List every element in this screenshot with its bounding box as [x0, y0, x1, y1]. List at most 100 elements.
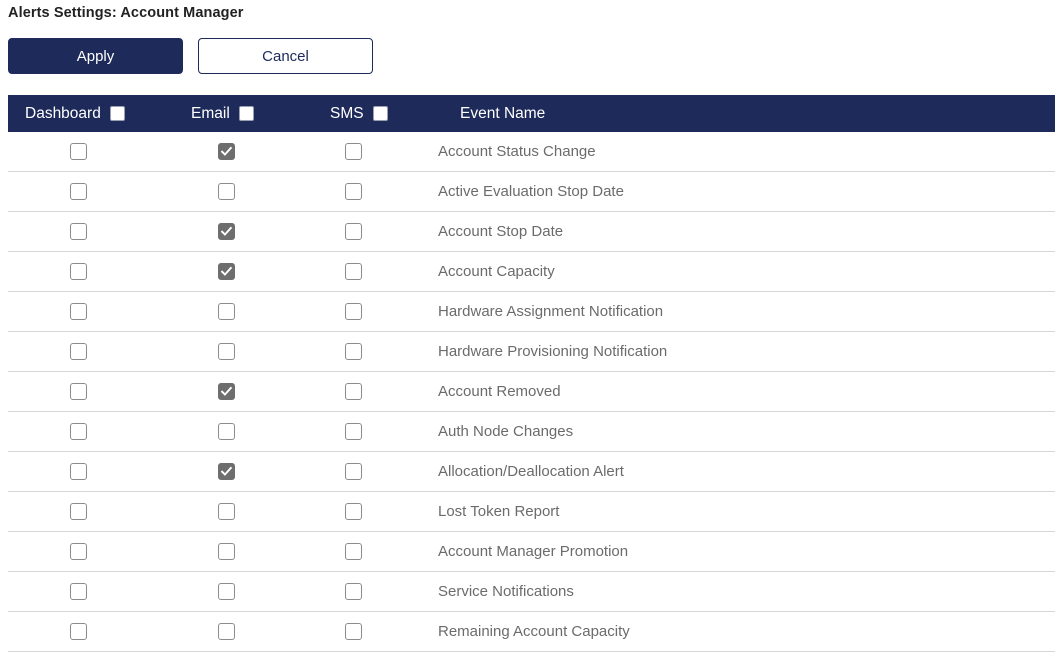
column-header-event-name-label: Event Name [460, 105, 545, 123]
email-checkbox[interactable] [218, 423, 235, 440]
email-checkbox[interactable] [218, 583, 235, 600]
cell-sms [318, 452, 438, 492]
sms-checkbox[interactable] [345, 543, 362, 560]
email-checkbox[interactable] [218, 183, 235, 200]
cell-email [183, 612, 318, 652]
cell-email [183, 212, 318, 252]
cell-dashboard [8, 172, 183, 212]
alerts-settings-table: Dashboard Email SMS Event Name [8, 95, 1055, 652]
column-header-sms-label: SMS [330, 105, 364, 123]
page-title: Alerts Settings: Account Manager [8, 5, 244, 21]
column-header-dashboard-label: Dashboard [25, 105, 101, 123]
column-header-sms: SMS [318, 95, 438, 132]
sms-checkbox[interactable] [345, 143, 362, 160]
table-row: Hardware Provisioning Notification [8, 332, 1055, 372]
email-checkbox[interactable] [218, 263, 235, 280]
email-checkbox[interactable] [218, 143, 235, 160]
table-row: Auth Node Changes [8, 412, 1055, 452]
dashboard-checkbox[interactable] [70, 143, 87, 160]
dashboard-checkbox[interactable] [70, 383, 87, 400]
action-button-bar: Apply Cancel [8, 38, 373, 74]
table-row: Account Status Change [8, 132, 1055, 172]
sms-checkbox[interactable] [345, 303, 362, 320]
cell-sms [318, 372, 438, 412]
table-body: Account Status ChangeActive Evaluation S… [8, 132, 1055, 652]
sms-checkbox[interactable] [345, 503, 362, 520]
column-header-dashboard: Dashboard [8, 95, 183, 132]
dashboard-checkbox[interactable] [70, 223, 87, 240]
cell-dashboard [8, 212, 183, 252]
email-checkbox[interactable] [218, 503, 235, 520]
cell-event-name: Account Status Change [438, 132, 1055, 172]
cell-dashboard [8, 492, 183, 532]
table-row: Account Capacity [8, 252, 1055, 292]
cell-sms [318, 612, 438, 652]
cell-dashboard [8, 372, 183, 412]
cell-dashboard [8, 132, 183, 172]
cell-event-name: Account Stop Date [438, 212, 1055, 252]
cell-email [183, 492, 318, 532]
email-checkbox[interactable] [218, 343, 235, 360]
dashboard-checkbox[interactable] [70, 583, 87, 600]
column-header-event-name: Event Name [438, 95, 1055, 132]
table-row: Account Removed [8, 372, 1055, 412]
sms-checkbox[interactable] [345, 623, 362, 640]
table-header-row: Dashboard Email SMS Event Name [8, 95, 1055, 132]
cell-event-name: Hardware Provisioning Notification [438, 332, 1055, 372]
cell-dashboard [8, 292, 183, 332]
sms-checkbox[interactable] [345, 263, 362, 280]
table-row: Service Notifications [8, 572, 1055, 612]
cell-event-name: Allocation/Deallocation Alert [438, 452, 1055, 492]
cancel-button[interactable]: Cancel [198, 38, 373, 74]
dashboard-checkbox[interactable] [70, 423, 87, 440]
cell-event-name: Service Notifications [438, 572, 1055, 612]
cell-email [183, 532, 318, 572]
table-row: Allocation/Deallocation Alert [8, 452, 1055, 492]
column-header-email: Email [183, 95, 318, 132]
sms-checkbox[interactable] [345, 423, 362, 440]
email-checkbox[interactable] [218, 463, 235, 480]
sms-checkbox[interactable] [345, 223, 362, 240]
dashboard-checkbox[interactable] [70, 183, 87, 200]
table-row: Account Stop Date [8, 212, 1055, 252]
cell-email [183, 572, 318, 612]
select-all-email-checkbox[interactable] [239, 106, 254, 121]
cell-sms [318, 492, 438, 532]
dashboard-checkbox[interactable] [70, 503, 87, 520]
email-checkbox[interactable] [218, 543, 235, 560]
sms-checkbox[interactable] [345, 463, 362, 480]
table-header: Dashboard Email SMS Event Name [8, 95, 1055, 132]
sms-checkbox[interactable] [345, 343, 362, 360]
cell-email [183, 252, 318, 292]
sms-checkbox[interactable] [345, 583, 362, 600]
cell-event-name: Lost Token Report [438, 492, 1055, 532]
email-checkbox[interactable] [218, 383, 235, 400]
email-checkbox[interactable] [218, 623, 235, 640]
email-checkbox[interactable] [218, 303, 235, 320]
cell-email [183, 412, 318, 452]
table-row: Account Manager Promotion [8, 532, 1055, 572]
cell-event-name: Auth Node Changes [438, 412, 1055, 452]
email-checkbox[interactable] [218, 223, 235, 240]
cell-email [183, 292, 318, 332]
dashboard-checkbox[interactable] [70, 303, 87, 320]
dashboard-checkbox[interactable] [70, 543, 87, 560]
sms-checkbox[interactable] [345, 183, 362, 200]
table-row: Active Evaluation Stop Date [8, 172, 1055, 212]
apply-button[interactable]: Apply [8, 38, 183, 74]
cell-email [183, 132, 318, 172]
dashboard-checkbox[interactable] [70, 343, 87, 360]
select-all-dashboard-checkbox[interactable] [110, 106, 125, 121]
cell-dashboard [8, 612, 183, 652]
dashboard-checkbox[interactable] [70, 463, 87, 480]
cell-sms [318, 332, 438, 372]
cell-sms [318, 212, 438, 252]
cell-sms [318, 412, 438, 452]
cell-event-name: Account Removed [438, 372, 1055, 412]
select-all-sms-checkbox[interactable] [373, 106, 388, 121]
cell-email [183, 452, 318, 492]
sms-checkbox[interactable] [345, 383, 362, 400]
dashboard-checkbox[interactable] [70, 263, 87, 280]
cell-sms [318, 292, 438, 332]
dashboard-checkbox[interactable] [70, 623, 87, 640]
